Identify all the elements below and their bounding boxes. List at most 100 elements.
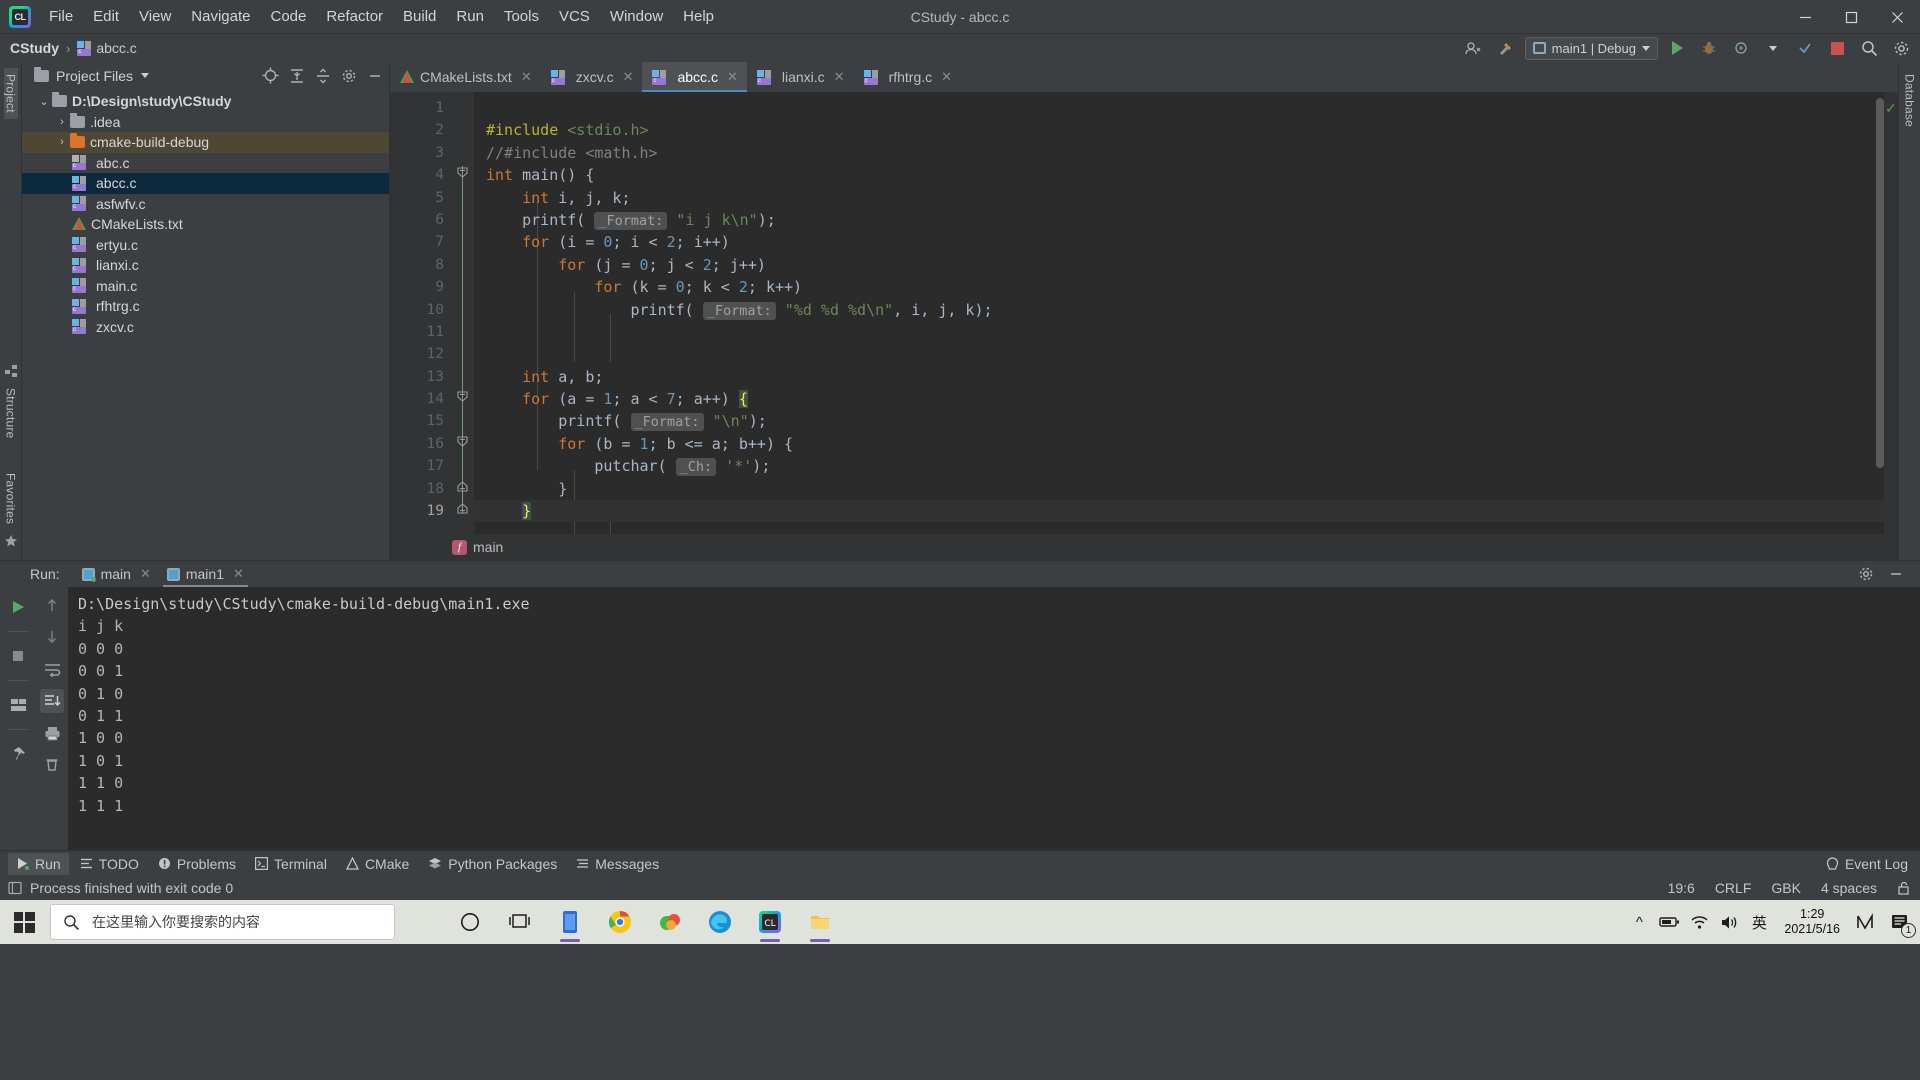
- build-hammer-icon[interactable]: [1493, 36, 1519, 60]
- unlocked-icon[interactable]: [1897, 881, 1910, 895]
- fold-marker[interactable]: [456, 435, 469, 448]
- menu-window[interactable]: Window: [600, 4, 673, 29]
- tree-node-ertyu-c[interactable]: c ertyu.c: [22, 235, 389, 256]
- fold-marker[interactable]: [456, 166, 469, 179]
- close-icon[interactable]: ✕: [623, 69, 634, 85]
- fold-marker-end[interactable]: [456, 480, 469, 493]
- close-icon[interactable]: ✕: [233, 566, 244, 582]
- attach-profiler-icon[interactable]: [1728, 36, 1754, 60]
- tool-button-cmake[interactable]: CMake: [338, 853, 417, 875]
- search-everywhere-icon[interactable]: [1856, 36, 1882, 60]
- notifications-button[interactable]: 1: [1880, 900, 1920, 944]
- menu-vcs[interactable]: VCS: [549, 4, 600, 29]
- start-button[interactable]: [0, 900, 48, 944]
- ime-indicator[interactable]: 英: [1744, 900, 1774, 944]
- tree-node-lianxi-c[interactable]: c lianxi.c: [22, 255, 389, 276]
- tree-node-rfhtrg-c[interactable]: c rfhtrg.c: [22, 296, 389, 317]
- chevron-down-icon[interactable]: [141, 73, 150, 78]
- menu-build[interactable]: Build: [393, 4, 446, 29]
- rail-button-favorites[interactable]: Favorites: [4, 467, 18, 530]
- indent-setting[interactable]: 4 spaces: [1821, 880, 1877, 896]
- menu-tools[interactable]: Tools: [494, 4, 549, 29]
- run-icon[interactable]: [1664, 36, 1690, 60]
- maximize-button[interactable]: [1828, 0, 1874, 34]
- down-arrow-icon[interactable]: [40, 625, 64, 649]
- menu-refactor[interactable]: Refactor: [316, 4, 393, 29]
- settings-icon[interactable]: [341, 68, 357, 84]
- run-tab-main1[interactable]: main1 ✕: [159, 561, 252, 587]
- close-icon[interactable]: ✕: [941, 69, 952, 85]
- tree-node-idea[interactable]: › .idea: [22, 112, 389, 133]
- cortana-icon[interactable]: [447, 900, 493, 944]
- close-icon[interactable]: ✕: [521, 69, 532, 85]
- wps-icon[interactable]: [647, 900, 693, 944]
- settings-icon[interactable]: [1888, 36, 1914, 60]
- chevron-right-icon[interactable]: ›: [54, 136, 70, 148]
- hide-icon[interactable]: [367, 68, 383, 84]
- editor-tab-rfhtrg[interactable]: c rfhtrg.c ✕: [854, 62, 961, 92]
- layout-icon[interactable]: [6, 693, 30, 717]
- menu-file[interactable]: File: [39, 4, 83, 29]
- menu-view[interactable]: View: [129, 4, 181, 29]
- event-log-button[interactable]: Event Log: [1826, 856, 1908, 872]
- close-button[interactable]: [1874, 0, 1920, 34]
- fold-marker-end[interactable]: [456, 502, 469, 515]
- taskbar-clock[interactable]: 1:29 2021/5/16: [1774, 907, 1850, 937]
- collapse-all-icon[interactable]: [315, 68, 331, 84]
- account-icon[interactable]: [1461, 36, 1487, 60]
- menu-help[interactable]: Help: [673, 4, 724, 29]
- rail-button-structure[interactable]: Structure: [4, 382, 18, 445]
- pin-icon[interactable]: [6, 742, 30, 766]
- tree-node-abcc-c[interactable]: c abcc.c: [22, 173, 389, 194]
- run-configuration-selector[interactable]: main1 | Debug: [1524, 36, 1658, 60]
- search-input[interactable]: 在这里输入你要搜索的内容: [92, 912, 260, 932]
- tree-node-asfwfv-c[interactable]: c asfwfv.c: [22, 194, 389, 215]
- console-output[interactable]: D:\Design\study\CStudy\cmake-build-debug…: [68, 587, 1920, 850]
- tree-node-zxcv-c[interactable]: c zxcv.c: [22, 317, 389, 338]
- edge-icon[interactable]: [697, 900, 743, 944]
- code-editor[interactable]: 1 2 3 4 5 6 7 8 9 10 11 12 13 14 15 16 1…: [390, 92, 1898, 534]
- tool-button-messages[interactable]: Messages: [568, 853, 667, 875]
- soft-wrap-icon[interactable]: [40, 657, 64, 681]
- run-coverage-icon[interactable]: [1792, 36, 1818, 60]
- rail-button-database[interactable]: Database: [1903, 68, 1917, 133]
- chrome-icon[interactable]: [597, 900, 643, 944]
- tool-button-run[interactable]: Run: [8, 852, 69, 875]
- rail-button-project[interactable]: Project: [3, 68, 18, 119]
- chevron-right-icon[interactable]: ›: [54, 116, 70, 128]
- volume-icon[interactable]: [1714, 900, 1744, 944]
- breadcrumb-file[interactable]: c abcc.c: [77, 40, 137, 56]
- code-folding-gutter[interactable]: [452, 92, 474, 534]
- breadcrumb-function-label[interactable]: main: [473, 539, 503, 555]
- task-view-icon[interactable]: [497, 900, 543, 944]
- close-icon[interactable]: ✕: [834, 69, 845, 85]
- minimize-icon[interactable]: [1888, 566, 1904, 582]
- store-icon[interactable]: [547, 900, 593, 944]
- tree-node-root[interactable]: ⌄ D:\Design\study\CStudy: [22, 91, 389, 112]
- more-run-icon[interactable]: [1760, 36, 1786, 60]
- caret-position[interactable]: 19:6: [1668, 880, 1695, 896]
- menu-navigate[interactable]: Navigate: [181, 4, 260, 29]
- editor-tab-abcc[interactable]: c abcc.c ✕: [642, 62, 748, 92]
- editor-tab-cmakelists[interactable]: CMakeLists.txt ✕: [390, 62, 541, 92]
- close-icon[interactable]: ✕: [140, 566, 151, 582]
- breadcrumb-project[interactable]: CStudy: [10, 40, 59, 56]
- tree-node-main-c[interactable]: c main.c: [22, 276, 389, 297]
- tool-button-todo[interactable]: TODO: [72, 853, 147, 875]
- tree-node-cmakelists[interactable]: CMakeLists.txt: [22, 214, 389, 235]
- debug-icon[interactable]: [1696, 36, 1722, 60]
- locate-icon[interactable]: [262, 67, 279, 84]
- scroll-to-end-icon[interactable]: [40, 689, 64, 713]
- folder-icon[interactable]: [797, 900, 843, 944]
- file-encoding[interactable]: GBK: [1771, 880, 1801, 896]
- inspection-ok-icon[interactable]: ✓: [1885, 100, 1897, 117]
- tool-button-problems[interactable]: Problems: [150, 853, 244, 875]
- editor-vertical-scrollbar[interactable]: [1876, 98, 1884, 468]
- fold-marker[interactable]: [456, 390, 469, 403]
- tree-node-abc-c[interactable]: c abc.c: [22, 153, 389, 174]
- stop-icon[interactable]: [6, 644, 30, 668]
- rerun-icon[interactable]: [6, 595, 30, 619]
- menu-code[interactable]: Code: [260, 4, 316, 29]
- editor-tab-lianxi[interactable]: c lianxi.c ✕: [747, 62, 854, 92]
- print-icon[interactable]: [40, 721, 64, 745]
